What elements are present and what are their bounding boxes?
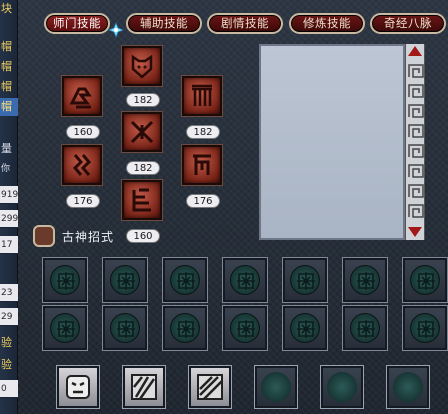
scroll-down-arrow-icon[interactable] — [408, 227, 422, 237]
claw-strike-icon — [72, 154, 92, 176]
left-item: 块 — [1, 2, 12, 15]
knot-emblem-icon — [110, 313, 140, 343]
knot-emblem-icon — [110, 265, 140, 295]
knot-emblem-icon — [290, 313, 320, 343]
skills-window: 块 帽 帽 帽 帽 量 你 919 299 17 23 29 验 验 0 师门技… — [0, 0, 448, 414]
ancient-moves-label: 古神招式 — [62, 230, 115, 244]
skill-icon-7[interactable] — [122, 180, 162, 220]
bottom-skill-slot-5[interactable] — [320, 365, 364, 409]
tab-support-skills[interactable]: 辅助技能 — [126, 13, 202, 34]
knot-emblem-icon — [290, 265, 320, 295]
skill-slot-r2-c3[interactable] — [162, 305, 208, 351]
skill-slot-r1-c5[interactable] — [282, 257, 328, 303]
skill-icon-1[interactable] — [62, 76, 102, 116]
tab-meridian-skills[interactable]: 奇经八脉 — [370, 13, 446, 34]
empty-slot-orb-icon — [393, 372, 423, 402]
meander-pattern-icon — [408, 164, 424, 178]
skill-slot-r2-c6[interactable] — [342, 305, 388, 351]
beast-mask-icon — [131, 54, 153, 79]
left-item: 17 — [0, 236, 18, 254]
left-item-selected[interactable]: 帽 — [0, 98, 18, 116]
skill-slot-r2-c5[interactable] — [282, 305, 328, 351]
multi-slash-icon — [197, 374, 223, 400]
skill-icon-4[interactable] — [122, 112, 162, 152]
skill-slot-r1-c6[interactable] — [342, 257, 388, 303]
bottom-skill-slot-6[interactable] — [386, 365, 430, 409]
knot-emblem-icon — [350, 313, 380, 343]
meander-pattern-icon — [408, 104, 424, 118]
left-item: 29 — [0, 308, 18, 326]
bottom-skill-slot-1[interactable] — [56, 365, 100, 409]
skill-slot-r2-c7[interactable] — [402, 305, 448, 351]
empty-slot-orb-icon — [261, 372, 291, 402]
pillar-icon — [193, 154, 211, 175]
left-item: 299 — [0, 210, 18, 228]
skill-icon-2[interactable] — [122, 46, 162, 86]
stair-icon — [132, 188, 151, 212]
slash-strike-icon — [131, 374, 157, 400]
meander-pattern-icon — [408, 64, 424, 78]
meander-pattern-icon — [408, 84, 424, 98]
gate-icon — [192, 84, 212, 106]
knot-emblem-icon — [170, 265, 200, 295]
knot-emblem-icon — [170, 313, 200, 343]
skill-slot-r1-c7[interactable] — [402, 257, 448, 303]
skill-level-2: 182 — [126, 93, 160, 107]
scroll-up-arrow-icon[interactable] — [408, 46, 422, 56]
skill-description-panel — [259, 44, 405, 240]
meander-pattern-icon — [408, 144, 424, 158]
skill-slot-r1-c4[interactable] — [222, 257, 268, 303]
left-item: 23 — [0, 284, 18, 302]
knot-emblem-icon — [350, 265, 380, 295]
skill-icon-6[interactable] — [182, 145, 222, 185]
bottom-skill-slot-2[interactable] — [122, 365, 166, 409]
meander-pattern-icon — [408, 184, 424, 198]
meander-pattern-icon — [408, 204, 424, 218]
sparkle-cursor-icon — [108, 22, 124, 38]
knot-emblem-icon — [410, 265, 440, 295]
skill-level-4: 182 — [126, 161, 160, 175]
skill-icon-3[interactable] — [182, 76, 222, 116]
left-item[interactable]: 帽 — [0, 58, 18, 76]
skill-slot-r2-c2[interactable] — [102, 305, 148, 351]
guardian-face-icon — [66, 375, 90, 399]
left-item: 验 — [1, 336, 12, 349]
skill-level-3: 182 — [186, 125, 220, 139]
skill-level-7: 160 — [126, 229, 160, 243]
left-item: 0 — [0, 380, 18, 398]
skill-icon-5[interactable] — [62, 145, 102, 185]
knot-emblem-icon — [230, 313, 260, 343]
skill-level-6: 176 — [186, 194, 220, 208]
tab-story-skills[interactable]: 剧情技能 — [207, 13, 283, 34]
left-item[interactable]: 帽 — [0, 38, 18, 56]
knot-emblem-icon — [50, 313, 80, 343]
skill-slot-r1-c1[interactable] — [42, 257, 88, 303]
bottom-skill-slot-4[interactable] — [254, 365, 298, 409]
skill-slot-r1-c3[interactable] — [162, 257, 208, 303]
skill-level-5: 176 — [66, 194, 100, 208]
skill-slot-r2-c1[interactable] — [42, 305, 88, 351]
skill-level-1: 160 — [66, 125, 100, 139]
left-item: 验 — [1, 358, 12, 371]
knot-emblem-icon — [410, 313, 440, 343]
left-item: 919 — [0, 186, 18, 204]
description-scrollbar[interactable] — [405, 44, 425, 240]
skill-slot-r1-c2[interactable] — [102, 257, 148, 303]
knot-emblem-icon — [230, 265, 260, 295]
meander-pattern-icon — [408, 124, 424, 138]
knot-emblem-icon — [50, 265, 80, 295]
sword-stance-icon — [69, 87, 92, 109]
skill-slot-r2-c4[interactable] — [222, 305, 268, 351]
left-item: 量 — [1, 142, 12, 155]
bottom-skill-slot-3[interactable] — [188, 365, 232, 409]
left-item[interactable]: 帽 — [0, 78, 18, 96]
empty-slot-orb-icon — [327, 372, 357, 402]
tab-training-skills[interactable]: 修炼技能 — [289, 13, 365, 34]
left-side-panel: 块 帽 帽 帽 帽 量 你 919 299 17 23 29 验 验 0 — [0, 0, 18, 414]
ancient-moves-checkbox[interactable] — [33, 225, 55, 247]
left-item: 你 — [1, 164, 11, 174]
crossed-blades-icon — [130, 120, 154, 144]
tab-school-skills[interactable]: 师门技能 — [44, 13, 110, 34]
